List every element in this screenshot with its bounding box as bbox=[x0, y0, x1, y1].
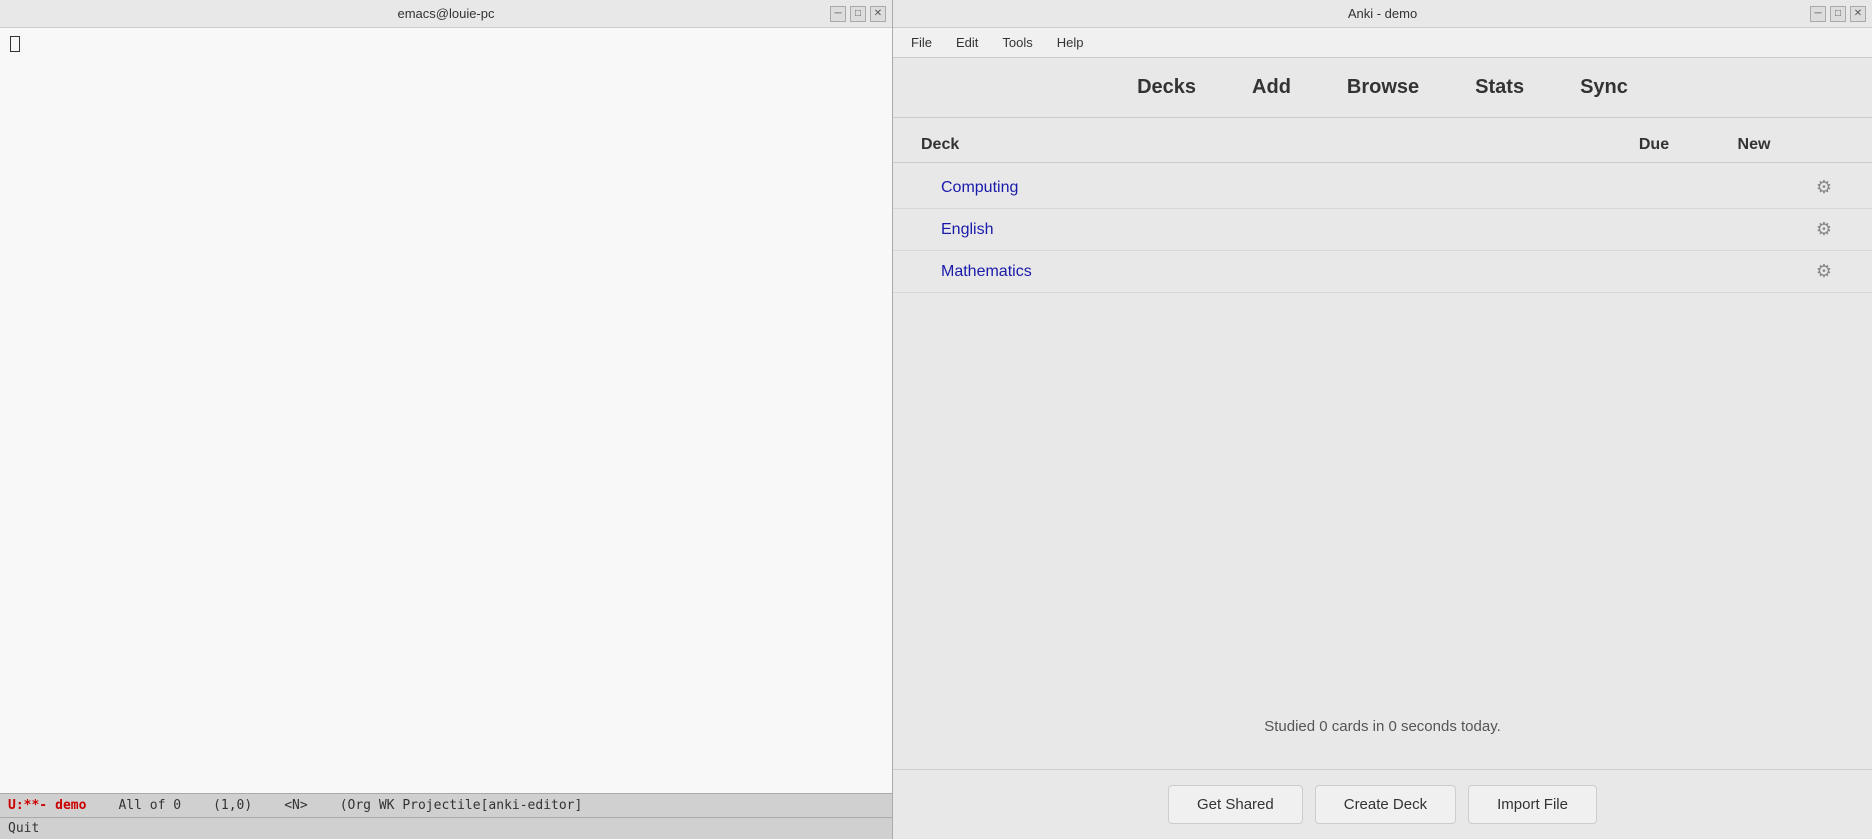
new-column-header: New bbox=[1704, 136, 1804, 154]
emacs-mode-indicator: U:**- bbox=[8, 798, 47, 813]
due-column-header: Due bbox=[1604, 136, 1704, 154]
deck-row-english[interactable]: English ⚙ bbox=[893, 209, 1872, 251]
menu-file[interactable]: File bbox=[901, 31, 942, 54]
emacs-win-controls: ─ □ ✕ bbox=[830, 6, 886, 22]
deck-name-computing: Computing bbox=[941, 179, 1604, 197]
emacs-window: emacs@louie-pc ─ □ ✕ U:**- demo All of 0… bbox=[0, 0, 893, 839]
deck-name-english: English bbox=[941, 221, 1604, 239]
anki-close-button[interactable]: ✕ bbox=[1850, 6, 1866, 22]
toolbar-sync-button[interactable]: Sync bbox=[1552, 66, 1656, 109]
emacs-statusbar: U:**- demo All of 0 (1,0) <N> (Org WK Pr… bbox=[0, 793, 892, 817]
emacs-title: emacs@louie-pc bbox=[397, 6, 494, 21]
studied-info: Studied 0 cards in 0 seconds today. bbox=[893, 694, 1872, 759]
anki-toolbar: Decks Add Browse Stats Sync bbox=[893, 58, 1872, 118]
toolbar-browse-button[interactable]: Browse bbox=[1319, 66, 1447, 109]
anki-menubar: File Edit Tools Help bbox=[893, 28, 1872, 58]
emacs-minibuffer[interactable]: Quit bbox=[0, 817, 892, 839]
emacs-mode-line: (Org WK Projectile[anki-editor] bbox=[340, 798, 583, 813]
decks-header: Deck Due New bbox=[893, 128, 1872, 163]
anki-win-controls: ─ □ ✕ bbox=[1810, 6, 1866, 22]
emacs-status-info: demo All of 0 (1,0) <N> (Org WK Projecti… bbox=[55, 798, 884, 813]
emacs-close-button[interactable]: ✕ bbox=[870, 6, 886, 22]
import-file-button[interactable]: Import File bbox=[1468, 785, 1597, 824]
emacs-minimize-button[interactable]: ─ bbox=[830, 6, 846, 22]
deck-gear-mathematics[interactable]: ⚙ bbox=[1804, 261, 1844, 282]
studied-text: Studied 0 cards in 0 seconds today. bbox=[1264, 718, 1501, 735]
anki-minimize-button[interactable]: ─ bbox=[1810, 6, 1826, 22]
menu-edit[interactable]: Edit bbox=[946, 31, 988, 54]
menu-tools[interactable]: Tools bbox=[992, 31, 1042, 54]
menu-help[interactable]: Help bbox=[1047, 31, 1094, 54]
deck-row-computing[interactable]: Computing ⚙ bbox=[893, 167, 1872, 209]
emacs-extra: <N> bbox=[284, 798, 307, 813]
deck-gear-english[interactable]: ⚙ bbox=[1804, 219, 1844, 240]
anki-window: Anki - demo ─ □ ✕ File Edit Tools Help D… bbox=[893, 0, 1872, 839]
emacs-position: All of 0 bbox=[118, 798, 181, 813]
anki-titlebar: Anki - demo ─ □ ✕ bbox=[893, 0, 1872, 28]
toolbar-decks-button[interactable]: Decks bbox=[1109, 66, 1224, 109]
create-deck-button[interactable]: Create Deck bbox=[1315, 785, 1456, 824]
emacs-coords: (1,0) bbox=[213, 798, 252, 813]
deck-gear-computing[interactable]: ⚙ bbox=[1804, 177, 1844, 198]
anki-title: Anki - demo bbox=[1348, 6, 1417, 21]
deck-row-mathematics[interactable]: Mathematics ⚙ bbox=[893, 251, 1872, 293]
toolbar-add-button[interactable]: Add bbox=[1224, 66, 1319, 109]
get-shared-button[interactable]: Get Shared bbox=[1168, 785, 1303, 824]
anki-footer: Get Shared Create Deck Import File bbox=[893, 769, 1872, 839]
toolbar-stats-button[interactable]: Stats bbox=[1447, 66, 1552, 109]
anki-main-area: Deck Due New Computing ⚙ English ⚙ Mathe… bbox=[893, 118, 1872, 769]
deck-name-mathematics: Mathematics bbox=[941, 263, 1604, 281]
decks-list: Computing ⚙ English ⚙ Mathematics ⚙ bbox=[893, 167, 1872, 694]
emacs-maximize-button[interactable]: □ bbox=[850, 6, 866, 22]
emacs-cursor bbox=[10, 36, 20, 52]
emacs-minibuffer-text: Quit bbox=[8, 821, 39, 836]
emacs-titlebar: emacs@louie-pc ─ □ ✕ bbox=[0, 0, 892, 28]
deck-column-header: Deck bbox=[921, 136, 1604, 154]
emacs-buffer-name: demo bbox=[55, 798, 86, 813]
anki-maximize-button[interactable]: □ bbox=[1830, 6, 1846, 22]
emacs-editor-area[interactable] bbox=[0, 28, 892, 793]
